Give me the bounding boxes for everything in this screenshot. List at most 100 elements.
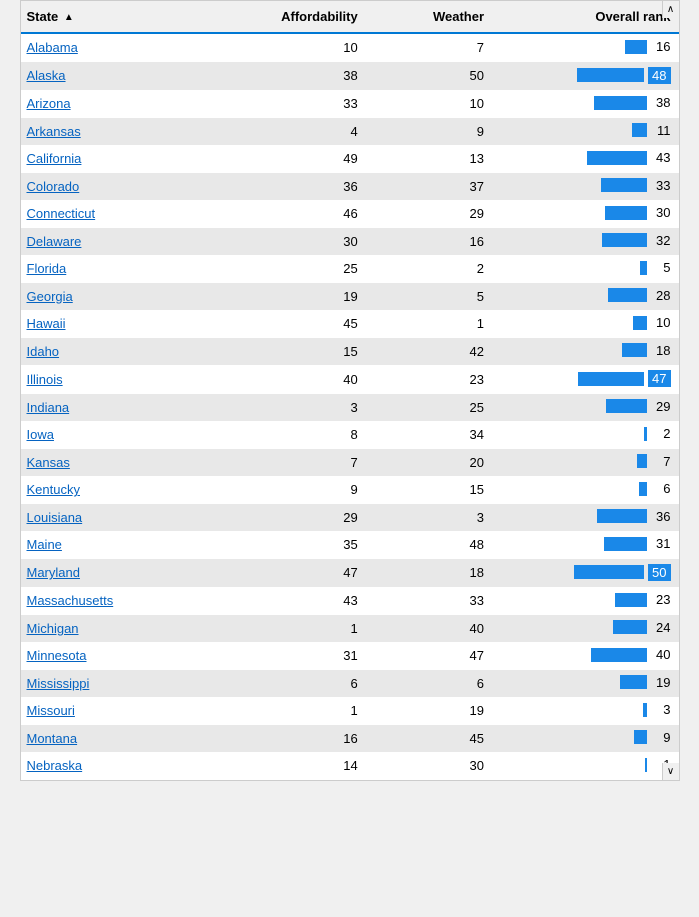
overall-rank-cell: 2: [504, 421, 678, 449]
state-name[interactable]: California: [21, 145, 225, 173]
rank-value: 19: [651, 675, 671, 690]
overall-rank-cell: 40: [504, 642, 678, 670]
weather-column-header[interactable]: Weather: [388, 1, 504, 33]
affordability-value: 7: [224, 449, 388, 477]
weather-value: 37: [388, 173, 504, 201]
state-name[interactable]: Georgia: [21, 283, 225, 311]
affordability-value: 4: [224, 118, 388, 146]
affordability-value: 16: [224, 725, 388, 753]
state-name[interactable]: Colorado: [21, 173, 225, 201]
affordability-value: 46: [224, 200, 388, 228]
table-row: Georgia 19 5 28: [21, 283, 679, 311]
state-name[interactable]: Hawaii: [21, 310, 225, 338]
table-row: Iowa 8 34 2: [21, 421, 679, 449]
rank-value: 2: [651, 426, 671, 441]
state-name[interactable]: Kentucky: [21, 476, 225, 504]
state-name[interactable]: Montana: [21, 725, 225, 753]
rank-bar: [643, 703, 647, 717]
state-name[interactable]: Illinois: [21, 365, 225, 394]
affordability-column-header[interactable]: Affordability: [224, 1, 388, 33]
overall-rank-cell: 50: [504, 559, 678, 588]
state-name[interactable]: Indiana: [21, 394, 225, 422]
rank-value: 24: [651, 620, 671, 635]
state-name[interactable]: Minnesota: [21, 642, 225, 670]
state-name[interactable]: Connecticut: [21, 200, 225, 228]
affordability-value: 30: [224, 228, 388, 256]
state-name[interactable]: Iowa: [21, 421, 225, 449]
weather-value: 5: [388, 283, 504, 311]
scroll-up-button[interactable]: ∧: [662, 1, 679, 18]
state-name[interactable]: Arkansas: [21, 118, 225, 146]
table-row: Colorado 36 37 33: [21, 173, 679, 201]
rank-bar: [591, 648, 647, 662]
table-row: Maine 35 48 31: [21, 531, 679, 559]
state-name[interactable]: Maryland: [21, 559, 225, 588]
overall-rank-cell: 16: [504, 33, 678, 62]
affordability-value: 3: [224, 394, 388, 422]
overall-rank-cell: 36: [504, 504, 678, 532]
rank-bar: [602, 233, 647, 247]
state-name[interactable]: Delaware: [21, 228, 225, 256]
state-name[interactable]: Idaho: [21, 338, 225, 366]
affordability-value: 25: [224, 255, 388, 283]
table-row: Montana 16 45 9: [21, 725, 679, 753]
state-name[interactable]: Arizona: [21, 90, 225, 118]
rank-bar: [639, 482, 647, 496]
state-name[interactable]: Alabama: [21, 33, 225, 62]
rank-value: 18: [651, 343, 671, 358]
state-column-header[interactable]: State ▲: [21, 1, 225, 33]
affordability-value: 47: [224, 559, 388, 588]
scroll-down-button[interactable]: ∨: [662, 763, 679, 780]
rank-value: 30: [651, 205, 671, 220]
state-name[interactable]: Florida: [21, 255, 225, 283]
table-row: Mississippi 6 6 19: [21, 670, 679, 698]
table-row: Illinois 40 23 47: [21, 365, 679, 394]
table-row: Massachusetts 43 33 23: [21, 587, 679, 615]
table-row: Minnesota 31 47 40: [21, 642, 679, 670]
state-name[interactable]: Mississippi: [21, 670, 225, 698]
affordability-value: 29: [224, 504, 388, 532]
rank-value: 47: [648, 370, 670, 387]
overall-rank-cell: 30: [504, 200, 678, 228]
table-scroll-area[interactable]: State ▲ Affordability Weather Overall ra…: [21, 1, 679, 780]
affordability-value: 40: [224, 365, 388, 394]
rank-bar: [615, 593, 647, 607]
affordability-value: 9: [224, 476, 388, 504]
affordability-value: 49: [224, 145, 388, 173]
rank-value: 31: [651, 536, 671, 551]
state-name[interactable]: Nebraska: [21, 752, 225, 780]
state-name[interactable]: Kansas: [21, 449, 225, 477]
rank-value: 50: [648, 564, 670, 581]
rank-bar: [645, 758, 647, 772]
overall-rank-column-header[interactable]: Overall rank: [504, 1, 678, 33]
state-name[interactable]: Massachusetts: [21, 587, 225, 615]
rank-value: 36: [651, 509, 671, 524]
table-row: Louisiana 29 3 36: [21, 504, 679, 532]
weather-value: 3: [388, 504, 504, 532]
weather-value: 34: [388, 421, 504, 449]
rank-bar: [625, 40, 647, 54]
weather-value: 20: [388, 449, 504, 477]
affordability-value: 8: [224, 421, 388, 449]
table-row: Nebraska 14 30 1: [21, 752, 679, 780]
rank-bar: [601, 178, 647, 192]
table-row: Connecticut 46 29 30: [21, 200, 679, 228]
state-name[interactable]: Missouri: [21, 697, 225, 725]
table-row: Arizona 33 10 38: [21, 90, 679, 118]
state-name[interactable]: Maine: [21, 531, 225, 559]
affordability-value: 38: [224, 62, 388, 91]
affordability-value: 36: [224, 173, 388, 201]
rank-bar: [620, 675, 647, 689]
state-name[interactable]: Louisiana: [21, 504, 225, 532]
states-table: State ▲ Affordability Weather Overall ra…: [21, 1, 679, 780]
table-row: Idaho 15 42 18: [21, 338, 679, 366]
rank-value: 9: [651, 730, 671, 745]
overall-rank-cell: 24: [504, 615, 678, 643]
state-name[interactable]: Alaska: [21, 62, 225, 91]
table-row: California 49 13 43: [21, 145, 679, 173]
rank-bar: [622, 343, 647, 357]
overall-rank-cell: 5: [504, 255, 678, 283]
weather-value: 30: [388, 752, 504, 780]
state-name[interactable]: Michigan: [21, 615, 225, 643]
overall-rank-cell: 6: [504, 476, 678, 504]
